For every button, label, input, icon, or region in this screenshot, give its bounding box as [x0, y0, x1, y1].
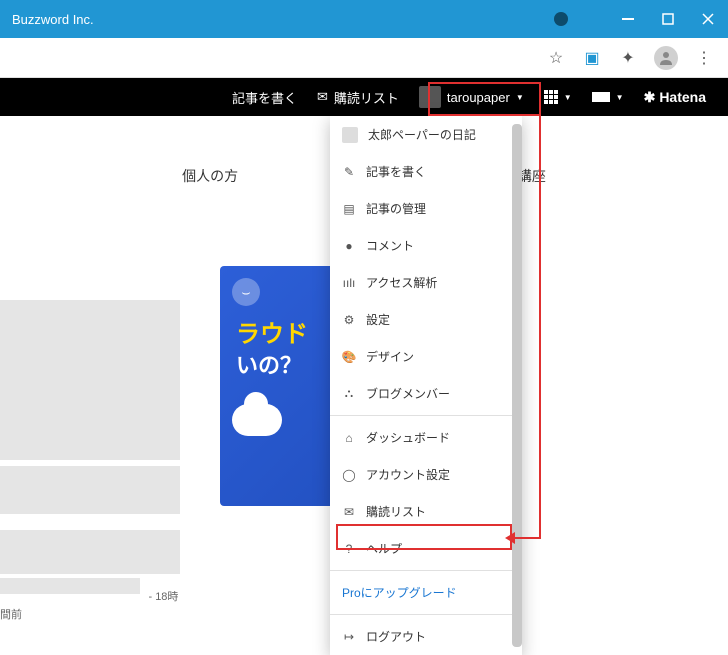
bookmark-add-icon[interactable]: ▣ — [582, 48, 602, 68]
menu-members-icon: ⛬ — [342, 387, 356, 401]
cloud-icon — [232, 404, 282, 436]
menu-account-icon: ◯ — [342, 468, 356, 482]
nav-reading-list[interactable]: ✉ 購読リスト — [309, 78, 407, 116]
menu-comments-label: コメント — [366, 237, 414, 254]
menu-separator — [330, 614, 522, 615]
placeholder-block — [0, 578, 140, 594]
menu-readlist-icon: ✉ — [342, 505, 356, 519]
title-dot-icon — [554, 12, 568, 26]
user-dropdown-menu: 太郎ペーパーの日記 ✎ 記事を書く ▤ 記事の管理 ● コメント ıılı アクセス解析 ⚙ 設定… — [330, 116, 522, 655]
placeholder-block — [0, 466, 180, 514]
ad-headline-1: ラウド — [236, 314, 308, 349]
display-icon — [592, 92, 610, 102]
menu-separator — [330, 570, 522, 571]
tagline-left: 個人の方 — [182, 168, 238, 184]
minimize-button[interactable] — [620, 11, 636, 27]
nav-apps-grid[interactable]: ▼ — [536, 78, 580, 116]
browser-toolbar: ☆ ▣ ✦ ⋮ — [0, 38, 728, 78]
menu-readlist[interactable]: ✉ 購読リスト — [330, 493, 522, 530]
menu-blog-title[interactable]: 太郎ペーパーの日記 — [330, 116, 522, 153]
nav-write-article[interactable]: 記事を書く — [224, 78, 305, 116]
extension-icon[interactable]: ✦ — [618, 48, 638, 68]
pro-upgrade-label: Proにアップグレード — [342, 584, 457, 601]
scrollbar[interactable] — [512, 124, 522, 647]
menu-members[interactable]: ⛬ ブログメンバー — [330, 375, 522, 412]
chevron-down-icon: ▼ — [516, 93, 524, 102]
menu-write[interactable]: ✎ 記事を書く — [330, 153, 522, 190]
menu-settings[interactable]: ⚙ 設定 — [330, 301, 522, 338]
menu-comments[interactable]: ● コメント — [330, 227, 522, 264]
ad-headline-2: いの？ — [236, 348, 302, 380]
menu-comments-icon: ● — [342, 239, 356, 253]
menu-dashboard-icon: ⌂ — [342, 431, 356, 445]
menu-members-label: ブログメンバー — [366, 385, 450, 402]
menu-settings-icon: ⚙ — [342, 313, 356, 327]
hatena-logo[interactable]: ✱ Hatena — [636, 78, 714, 116]
menu-help[interactable]: ? ヘルプ — [330, 530, 522, 567]
menu-design-icon: 🎨 — [342, 350, 356, 364]
menu-help-icon: ? — [342, 542, 356, 556]
hatena-navbar: 記事を書く ✉ 購読リスト taroupaper ▼ ▼ ▼ ✱ Hatena — [0, 78, 728, 116]
nav-write-label: 記事を書く — [232, 88, 297, 107]
menu-settings-label: 設定 — [366, 311, 390, 328]
menu-analytics[interactable]: ıılı アクセス解析 — [330, 264, 522, 301]
window-titlebar: Buzzword Inc. — [0, 0, 728, 38]
menu-readlist-label: 購読リスト — [366, 503, 426, 520]
menu-manage-label: 記事の管理 — [366, 200, 426, 217]
menu-design[interactable]: 🎨 デザイン — [330, 338, 522, 375]
relative-time: - 18時間前 — [0, 591, 178, 621]
chevron-down-icon: ▼ — [616, 93, 624, 102]
nav-user-menu[interactable]: taroupaper ▼ — [411, 78, 532, 116]
menu-account-label: アカウント設定 — [366, 466, 450, 483]
maximize-button[interactable] — [660, 11, 676, 27]
menu-separator — [330, 415, 522, 416]
menu-write-icon: ✎ — [342, 165, 356, 179]
menu-write-label: 記事を書く — [366, 163, 426, 180]
grid-icon — [544, 90, 558, 104]
envelope-icon: ✉ — [317, 89, 328, 105]
username-label: taroupaper — [447, 90, 510, 105]
kebab-menu-icon[interactable]: ⋮ — [694, 48, 714, 68]
star-icon[interactable]: ☆ — [546, 48, 566, 68]
logout-label: ログアウト — [366, 628, 426, 645]
nav-readlist-label: 購読リスト — [334, 88, 399, 107]
menu-logout[interactable]: ↦ ログアウト — [330, 618, 522, 655]
menu-analytics-label: アクセス解析 — [366, 274, 437, 291]
placeholder-block — [0, 530, 180, 574]
menu-design-label: デザイン — [366, 348, 414, 365]
menu-analytics-icon: ıılı — [342, 276, 356, 290]
hatena-logo-text: Hatena — [659, 89, 706, 105]
menu-manage[interactable]: ▤ 記事の管理 — [330, 190, 522, 227]
menu-account[interactable]: ◯ アカウント設定 — [330, 456, 522, 493]
menu-manage-icon: ▤ — [342, 202, 356, 216]
user-avatar-icon — [419, 86, 441, 108]
blog-icon — [342, 127, 358, 143]
browser-avatar-icon[interactable] — [654, 46, 678, 70]
window-title: Buzzword Inc. — [12, 12, 554, 27]
nav-display-toggle[interactable]: ▼ — [584, 78, 632, 116]
blog-title-label: 太郎ペーパーの日記 — [368, 126, 476, 143]
placeholder-block — [0, 300, 180, 460]
chevron-down-icon: ▼ — [564, 93, 572, 102]
sidebar-placeholder: - 18時間前 — [0, 300, 180, 623]
menu-dashboard-label: ダッシュボード — [366, 429, 450, 446]
logout-icon: ↦ — [342, 630, 356, 644]
menu-help-label: ヘルプ — [366, 540, 402, 557]
menu-dashboard[interactable]: ⌂ ダッシュボード — [330, 419, 522, 456]
ad-smile-icon: ⌣ — [232, 278, 260, 306]
close-button[interactable] — [700, 11, 716, 27]
menu-pro-upgrade[interactable]: Proにアップグレード — [330, 574, 522, 611]
hatena-snowflake-icon: ✱ — [644, 89, 656, 106]
